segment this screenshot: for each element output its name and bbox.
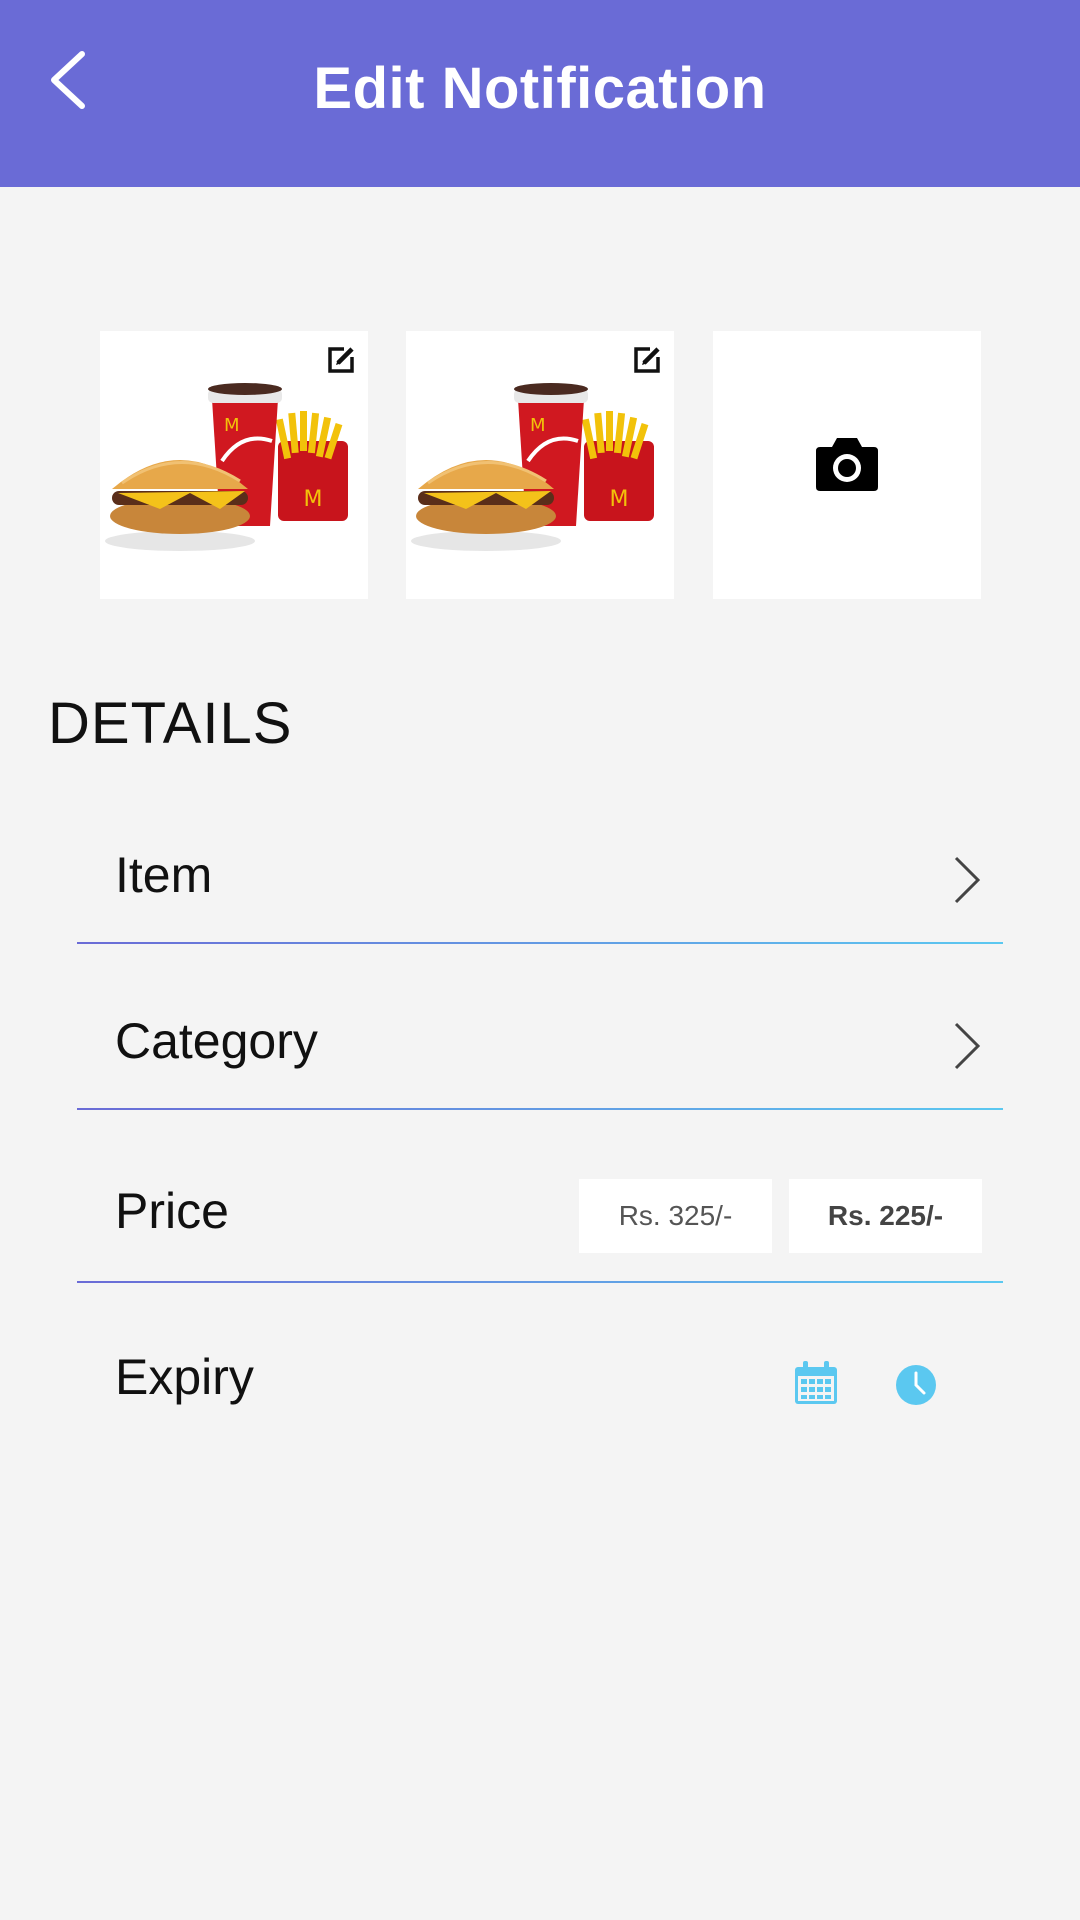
camera-icon — [816, 438, 878, 491]
category-divider — [77, 1108, 1003, 1110]
original-price-field[interactable]: Rs. 325/- — [579, 1179, 772, 1253]
edit-icon[interactable] — [630, 343, 664, 377]
clock-icon[interactable] — [895, 1364, 937, 1406]
category-row[interactable]: Category — [77, 986, 1003, 1111]
edit-icon[interactable] — [324, 343, 358, 377]
price-divider — [77, 1281, 1003, 1283]
burger-combo-photo[interactable]: M M — [100, 331, 368, 599]
svg-text:M: M — [530, 415, 546, 436]
burger-combo-photo[interactable]: M M — [406, 331, 674, 599]
category-label: Category — [115, 1013, 318, 1069]
price-label: Price — [115, 1183, 229, 1239]
calendar-icon[interactable] — [793, 1360, 839, 1406]
svg-text:M: M — [224, 415, 240, 436]
expiry-row: Expiry — [77, 1330, 1003, 1430]
price-row: Price Rs. 325/- Rs. 225/- — [77, 1158, 1003, 1284]
app-header: Edit Notification — [0, 0, 1080, 187]
details-section-title: DETAILS — [48, 691, 293, 756]
offer-price-field[interactable]: Rs. 225/- — [789, 1179, 982, 1253]
expiry-label: Expiry — [115, 1349, 254, 1405]
page-title: Edit Notification — [313, 56, 767, 121]
item-label: Item — [115, 847, 213, 903]
item-divider — [77, 942, 1003, 944]
add-photo-button[interactable] — [713, 331, 981, 599]
svg-text:M: M — [610, 487, 629, 512]
svg-text:M: M — [304, 487, 323, 512]
item-row[interactable]: Item — [77, 820, 1003, 945]
chevron-right-icon[interactable] — [952, 854, 982, 906]
chevron-right-icon[interactable] — [952, 1020, 982, 1072]
